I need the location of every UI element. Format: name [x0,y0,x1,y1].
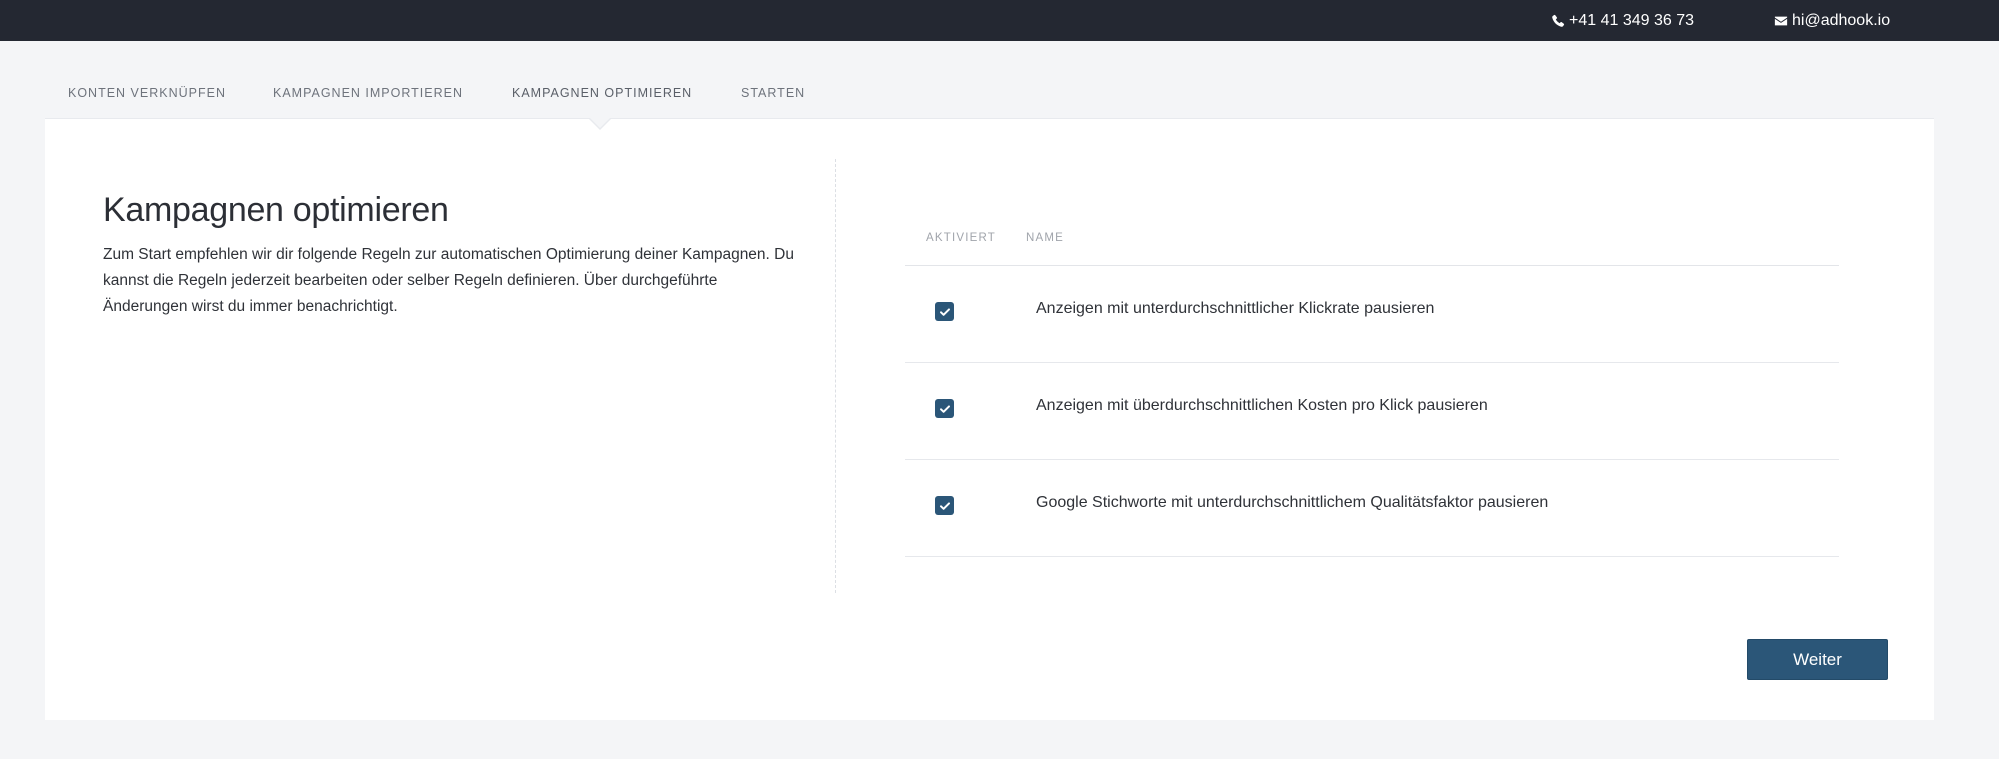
step-starten[interactable]: STARTEN [741,86,805,100]
page-description: Zum Start empfehlen wir dir folgende Reg… [103,246,794,315]
email-contact[interactable]: hi@adhook.io [1774,0,1890,41]
phone-contact[interactable]: +41 41 349 36 73 [1551,0,1694,41]
step-kampagnen-optimieren[interactable]: KAMPAGNEN OPTIMIEREN [512,86,692,100]
step-konten-verknuepfen[interactable]: KONTEN VERKNÜPFEN [68,86,226,100]
step-kampagnen-importieren[interactable]: KAMPAGNEN IMPORTIEREN [273,86,463,100]
phone-number: +41 41 349 36 73 [1569,11,1695,29]
phone-icon [1551,14,1565,28]
rule-name: Google Stichworte mit unterdurchschnittl… [1036,494,1549,511]
table-row: Anzeigen mit überdurchschnittlichen Kost… [905,363,1839,460]
active-step-indicator [588,117,612,130]
rule-checkbox[interactable] [935,496,954,515]
envelope-icon [1774,14,1788,28]
rule-checkbox[interactable] [935,302,954,321]
column-header-name: NAME [1026,232,1065,244]
checkmark-icon [939,307,950,316]
column-header-activated: AKTIVIERT [926,232,997,244]
intro-section: Kampagnen optimieren Zum Start empfehlen… [103,191,803,320]
top-bar: +41 41 349 36 73 hi@adhook.io [0,0,1999,41]
column-divider [835,159,836,593]
checkmark-icon [939,404,950,413]
rule-name: Anzeigen mit unterdurchschnittlicher Kli… [1036,300,1435,317]
page-title: Kampagnen optimieren [103,191,449,229]
table-header: AKTIVIERT NAME [905,232,1839,266]
wizard-steps: KONTEN VERKNÜPFEN KAMPAGNEN IMPORTIEREN … [45,41,1934,118]
table-row: Google Stichworte mit unterdurchschnittl… [905,460,1839,557]
email-address: hi@adhook.io [1792,11,1891,29]
rule-name: Anzeigen mit überdurchschnittlichen Kost… [1036,397,1488,414]
table-row: Anzeigen mit unterdurchschnittlicher Kli… [905,266,1839,363]
rule-checkbox[interactable] [935,399,954,418]
checkmark-icon [939,501,950,510]
content-card: Kampagnen optimieren Zum Start empfehlen… [45,117,1934,720]
rules-table: AKTIVIERT NAME Anzeigen mit unterdurchsc… [905,232,1839,557]
next-button[interactable]: Weiter [1747,639,1888,680]
